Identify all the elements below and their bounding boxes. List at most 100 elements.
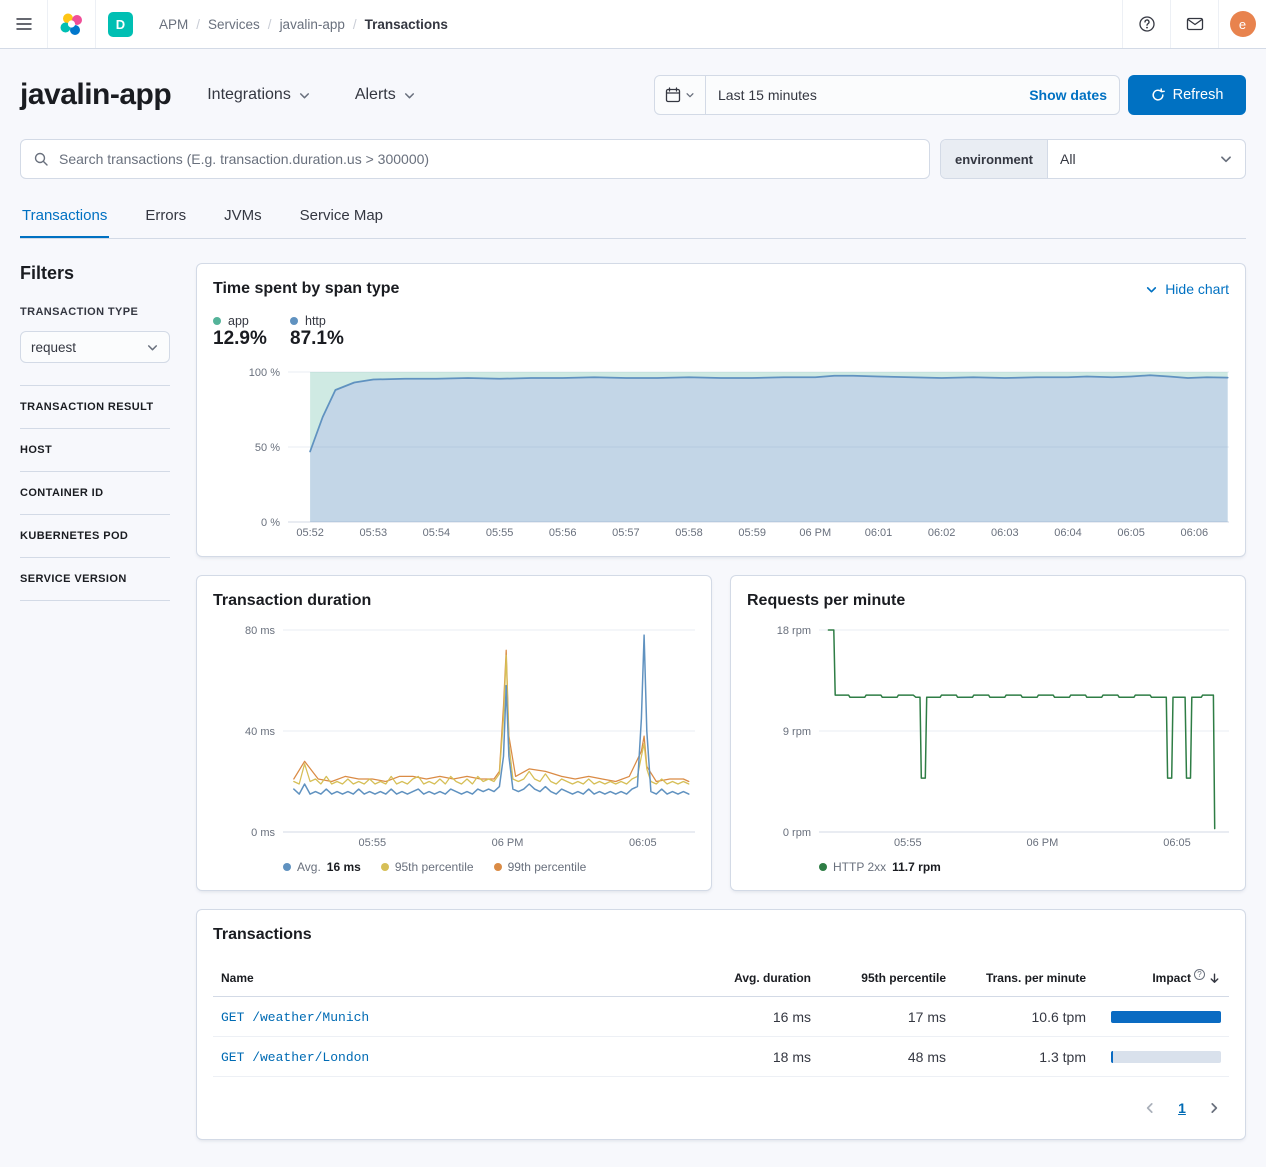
hide-chart-button[interactable]: Hide chart <box>1145 281 1229 297</box>
svg-text:05:59: 05:59 <box>738 527 766 539</box>
elastic-home-button[interactable] <box>48 0 95 48</box>
user-menu-button[interactable]: e <box>1219 0 1266 48</box>
refresh-button[interactable]: Refresh <box>1128 75 1246 115</box>
chevron-left-icon <box>1143 1101 1157 1115</box>
column-header-avg-duration[interactable]: Avg. duration <box>699 960 819 997</box>
app-percentage: 12.9% <box>213 328 267 349</box>
http-2xx-legend-dot <box>819 863 827 871</box>
svg-text:0 rpm: 0 rpm <box>783 827 811 839</box>
legend-item-avg[interactable]: Avg. 16 ms <box>283 860 361 874</box>
page-1-button[interactable]: 1 <box>1167 1093 1197 1123</box>
transaction-duration-chart[interactable]: 80 ms40 ms0 ms05:5506 PM06:05 <box>213 622 695 850</box>
chevron-right-icon <box>1207 1101 1221 1115</box>
space-switcher-button[interactable]: D <box>108 12 133 37</box>
legend-item-99th-percentile[interactable]: 99th percentile <box>494 860 587 874</box>
http-legend-label: http <box>305 314 326 328</box>
hide-chart-label: Hide chart <box>1165 281 1229 297</box>
help-menu-button[interactable] <box>1123 0 1170 48</box>
requests-per-minute-chart[interactable]: 18 rpm9 rpm0 rpm05:5506 PM06:05 <box>747 622 1229 850</box>
alerts-label: Alerts <box>355 86 396 104</box>
filters-title: Filters <box>20 263 170 284</box>
transaction-type-select[interactable]: request <box>20 331 170 363</box>
breadcrumb-item-services[interactable]: Services <box>208 17 260 32</box>
svg-text:05:55: 05:55 <box>894 837 922 849</box>
quick-select-button[interactable] <box>655 76 706 114</box>
svg-text:06:05: 06:05 <box>1117 527 1145 539</box>
chevron-down-icon <box>1219 152 1233 166</box>
legend-item-95th-percentile[interactable]: 95th percentile <box>381 860 474 874</box>
legend-item-app[interactable]: app 12.9% <box>213 314 290 350</box>
breadcrumb-current-transactions: Transactions <box>365 17 448 32</box>
column-header-95th-percentile[interactable]: 95th percentile <box>819 960 954 997</box>
next-page-button[interactable] <box>1199 1093 1229 1123</box>
service-tabs: Transactions Errors JVMs Service Map <box>20 197 1246 239</box>
page-header: javalin-app Integrations Alerts Last 15 … <box>0 49 1266 115</box>
breadcrumb-separator <box>196 17 200 32</box>
divider <box>20 600 170 601</box>
http-2xx-legend-label: HTTP 2xx <box>833 860 886 874</box>
rpm-chart-legend: HTTP 2xx 11.7 rpm <box>819 860 1229 874</box>
filter-section-kubernetes-pod[interactable]: KUBERNETES POD <box>20 514 170 557</box>
tab-jvms[interactable]: JVMs <box>222 197 264 238</box>
tab-errors[interactable]: Errors <box>143 197 188 238</box>
svg-text:06 PM: 06 PM <box>492 837 524 849</box>
svg-text:05:57: 05:57 <box>612 527 640 539</box>
duration-chart-legend: Avg. 16 ms 95th percentile 99th percenti… <box>283 860 695 874</box>
search-input[interactable] <box>20 139 930 179</box>
filter-section-transaction-result[interactable]: TRANSACTION RESULT <box>20 385 170 428</box>
show-dates-button[interactable]: Show dates <box>1029 87 1107 103</box>
http-percentage: 87.1% <box>290 328 344 349</box>
date-picker: Last 15 minutes Show dates <box>654 75 1120 115</box>
span-type-title: Time spent by span type <box>213 280 399 298</box>
alerts-menu-button[interactable]: Alerts <box>355 86 416 104</box>
filter-section-host[interactable]: HOST <box>20 428 170 471</box>
span-type-chart[interactable]: 100 %50 %0 %05:5205:5305:5405:5505:5605:… <box>213 364 1229 540</box>
column-header-impact[interactable]: Impact ? <box>1094 960 1229 997</box>
refresh-icon <box>1151 88 1165 102</box>
chevron-down-icon <box>685 90 695 100</box>
chevron-down-icon <box>403 89 416 102</box>
svg-text:06 PM: 06 PM <box>1027 837 1059 849</box>
app-legend-label: app <box>228 314 249 328</box>
previous-page-button[interactable] <box>1135 1093 1165 1123</box>
integrations-menu-button[interactable]: Integrations <box>207 86 311 104</box>
filter-section-service-version[interactable]: SERVICE VERSION <box>20 557 170 600</box>
environment-select[interactable]: All <box>1048 140 1245 178</box>
svg-text:06:06: 06:06 <box>1181 527 1209 539</box>
p95-value: 48 ms <box>819 1037 954 1077</box>
span-type-legend: app 12.9% http 87.1% <box>213 314 1229 350</box>
legend-item-http[interactable]: http 87.1% <box>290 314 367 350</box>
top-navigation-bar: D APM Services javalin-app Transactions … <box>0 0 1266 49</box>
filters-sidebar: Filters TRANSACTION TYPE request TRANSAC… <box>20 263 170 1140</box>
svg-text:05:56: 05:56 <box>549 527 577 539</box>
environment-value: All <box>1060 151 1076 167</box>
svg-text:06:02: 06:02 <box>928 527 956 539</box>
svg-text:06 PM: 06 PM <box>799 527 831 539</box>
requests-per-minute-panel: Requests per minute 18 rpm9 rpm0 rpm05:5… <box>730 575 1246 891</box>
tab-service-map[interactable]: Service Map <box>298 197 385 238</box>
newsfeed-button[interactable] <box>1171 0 1218 48</box>
filter-section-container-id[interactable]: CONTAINER ID <box>20 471 170 514</box>
breadcrumb-item-javalin-app[interactable]: javalin-app <box>280 17 345 32</box>
breadcrumb-separator <box>268 17 272 32</box>
breadcrumb-separator <box>353 17 357 32</box>
impact-label: Impact <box>1152 971 1191 985</box>
p99-legend-label: 99th percentile <box>508 860 587 874</box>
menu-button[interactable] <box>0 0 47 48</box>
http-2xx-legend-value: 11.7 rpm <box>892 860 941 874</box>
time-range-display[interactable]: Last 15 minutes Show dates <box>706 76 1119 114</box>
column-header-trans-per-minute[interactable]: Trans. per minute <box>954 960 1094 997</box>
avg-duration-value: 18 ms <box>699 1037 819 1077</box>
transaction-duration-panel: Transaction duration 80 ms40 ms0 ms05:55… <box>196 575 712 891</box>
svg-text:05:54: 05:54 <box>423 527 451 539</box>
svg-text:05:53: 05:53 <box>360 527 388 539</box>
breadcrumb-item-apm[interactable]: APM <box>159 17 188 32</box>
impact-bar <box>1111 1011 1221 1023</box>
help-icon <box>1138 15 1156 33</box>
time-range-value: Last 15 minutes <box>718 87 817 103</box>
legend-item-http-2xx[interactable]: HTTP 2xx 11.7 rpm <box>819 860 941 874</box>
transaction-link-weather-london[interactable]: GET /weather/London <box>221 1050 369 1065</box>
svg-text:40 ms: 40 ms <box>245 726 275 738</box>
transaction-link-weather-munich[interactable]: GET /weather/Munich <box>221 1010 369 1025</box>
tab-transactions[interactable]: Transactions <box>20 197 109 238</box>
